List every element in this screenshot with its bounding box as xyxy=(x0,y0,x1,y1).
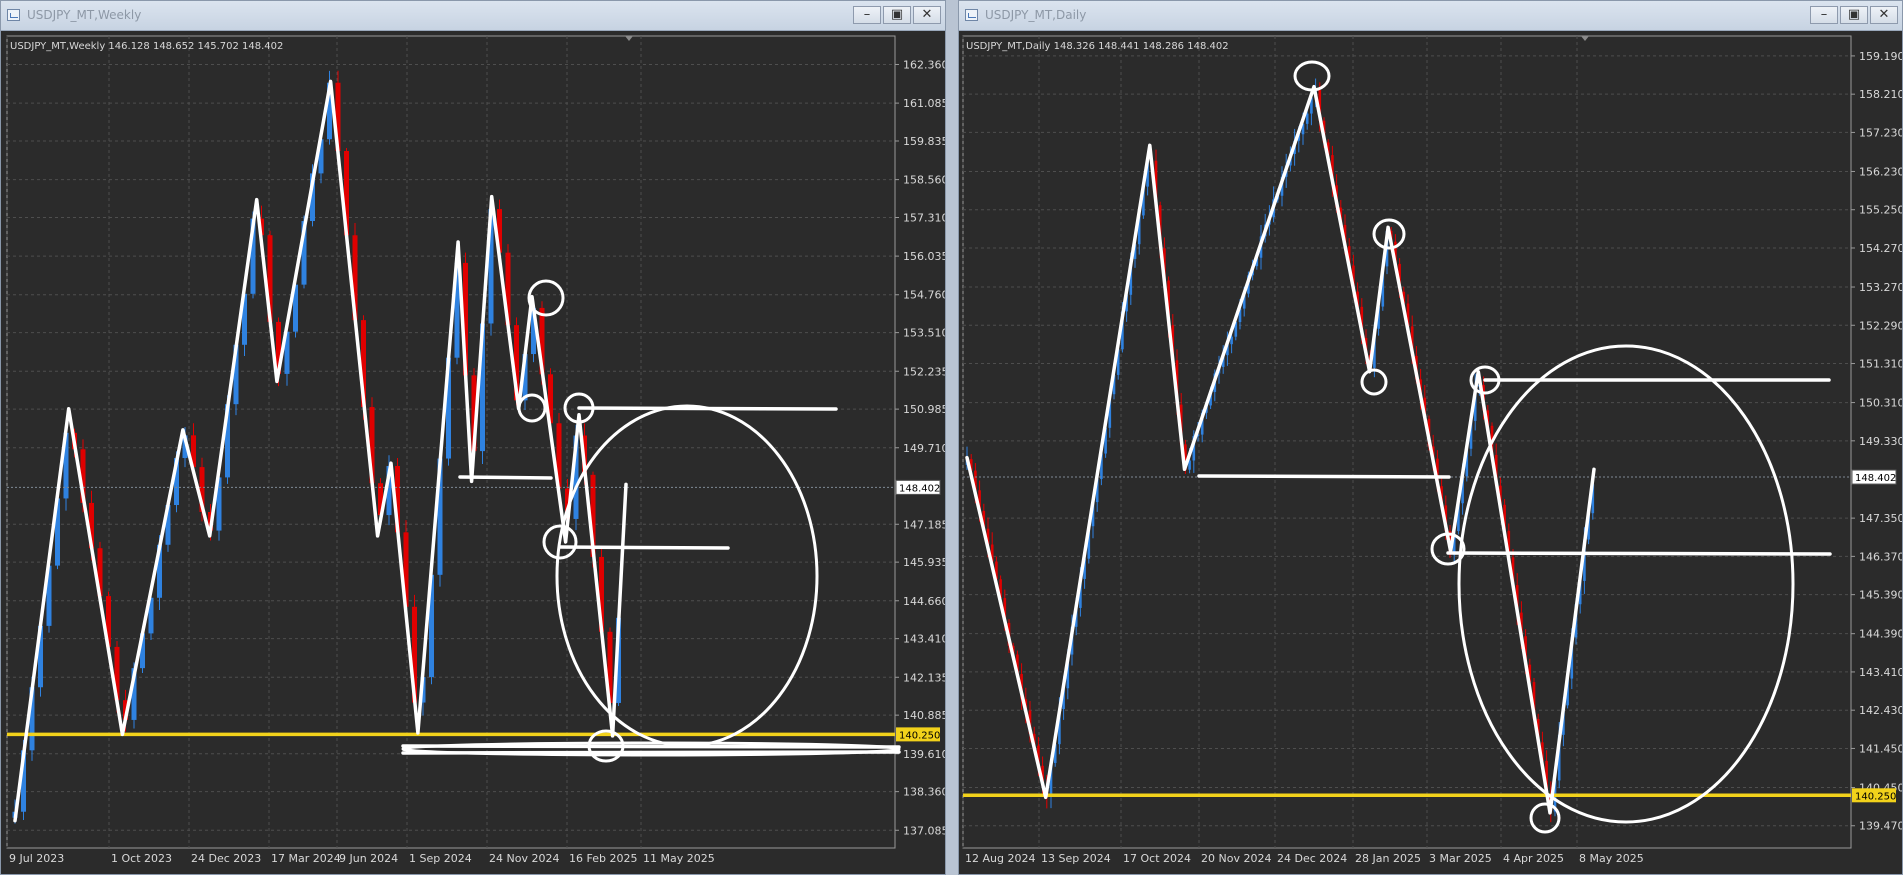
symbol-info-text: USDJPY_MT,Weekly 146.128 148.652 145.702… xyxy=(10,41,283,52)
minimize-button[interactable]: – xyxy=(853,6,881,24)
current-price-label: 148.402 xyxy=(1855,473,1896,484)
close-button[interactable]: ✕ xyxy=(913,6,941,24)
price-tick-label: 157.230 xyxy=(1859,126,1902,139)
date-tick-label: 24 Dec 2023 xyxy=(191,852,261,865)
price-tick-label: 138.360 xyxy=(903,786,945,799)
price-tick-label: 144.390 xyxy=(1859,628,1902,641)
price-tick-label: 146.370 xyxy=(1859,550,1902,563)
minimize-icon: – xyxy=(1820,7,1828,22)
date-tick-label: 20 Nov 2024 xyxy=(1201,852,1271,865)
support-level-label: 140.250 xyxy=(899,730,940,741)
symbol-info-text: USDJPY_MT,Daily 148.326 148.441 148.286 … xyxy=(966,41,1229,52)
maximize-button[interactable]: ▣ xyxy=(1840,6,1868,24)
price-tick-label: 156.035 xyxy=(903,250,945,263)
date-tick-label: 1 Oct 2023 xyxy=(111,852,172,865)
drawn-horizontal-line xyxy=(458,475,553,480)
drawn-horizontal-line xyxy=(1446,551,1832,556)
current-price-label: 148.402 xyxy=(899,483,940,494)
price-tick-label: 145.935 xyxy=(903,556,945,569)
date-tick-label: 11 May 2025 xyxy=(643,852,715,865)
price-tick-label: 145.390 xyxy=(1859,589,1902,602)
price-tick-label: 159.190 xyxy=(1859,50,1902,63)
price-tick-label: 141.450 xyxy=(1859,742,1902,755)
price-tick-label: 143.410 xyxy=(1859,666,1902,679)
support-level-label: 140.250 xyxy=(1855,791,1896,802)
price-tick-label: 161.085 xyxy=(903,97,945,110)
price-tick-label: 157.310 xyxy=(903,211,945,224)
price-tick-label: 152.235 xyxy=(903,365,945,378)
daily-title-bar[interactable]: USDJPY_MT,Daily – ▣ ✕ xyxy=(959,1,1902,31)
chart-window-icon xyxy=(7,9,20,21)
weekly-chart-window: USDJPY_MT,Weekly – ▣ ✕ 162.360 161.085 159… xyxy=(0,0,946,875)
price-tick-label: 162.360 xyxy=(903,58,945,71)
price-tick-label: 154.270 xyxy=(1859,242,1902,255)
date-tick-label: 24 Nov 2024 xyxy=(489,852,559,865)
date-tick-label: 24 Dec 2024 xyxy=(1277,852,1347,865)
date-tick-label: 1 Sep 2024 xyxy=(409,852,472,865)
maximize-icon: ▣ xyxy=(1847,7,1861,22)
date-tick-label: 28 Jan 2025 xyxy=(1355,852,1421,865)
price-tick-label: 147.350 xyxy=(1859,512,1902,525)
price-tick-label: 154.760 xyxy=(903,289,945,302)
price-tick-label: 158.210 xyxy=(1859,88,1902,101)
daily-chart-window: USDJPY_MT,Daily – ▣ ✕ 159.190 158.210 157.… xyxy=(958,0,1903,875)
close-button[interactable]: ✕ xyxy=(1870,6,1898,24)
date-tick-label: 3 Mar 2025 xyxy=(1429,852,1492,865)
maximize-icon: ▣ xyxy=(890,7,904,22)
price-tick-label: 142.430 xyxy=(1859,704,1902,717)
date-tick-label: 17 Oct 2024 xyxy=(1123,852,1191,865)
date-tick-label: 8 May 2025 xyxy=(1579,852,1644,865)
price-tick-label: 153.270 xyxy=(1859,281,1902,294)
close-icon: ✕ xyxy=(1878,7,1890,22)
minimize-icon: – xyxy=(863,7,871,22)
price-tick-label: 150.310 xyxy=(1859,397,1902,410)
price-tick-label: 155.250 xyxy=(1859,204,1902,217)
plot-area xyxy=(962,35,1852,849)
close-icon: ✕ xyxy=(921,7,933,22)
date-tick-label: 4 Apr 2025 xyxy=(1503,852,1564,865)
price-tick-label: 152.290 xyxy=(1859,319,1902,332)
price-tick-label: 137.085 xyxy=(903,824,945,837)
price-tick-label: 139.610 xyxy=(903,748,945,761)
price-tick-label: 159.835 xyxy=(903,135,945,148)
candle-body xyxy=(1305,113,1309,124)
price-tick-label: 147.185 xyxy=(903,518,945,531)
weekly-chart-canvas[interactable]: 162.360 161.085 159.835 158.560 157.310 156.0… xyxy=(1,30,945,875)
price-tick-label: 149.330 xyxy=(1859,435,1902,448)
date-tick-label: 17 Mar 2024 xyxy=(271,852,341,865)
price-tick-label: 144.660 xyxy=(903,595,945,608)
price-tick-label: 139.470 xyxy=(1859,820,1902,833)
weekly-window-title: USDJPY_MT,Weekly xyxy=(27,8,142,22)
weekly-title-bar[interactable]: USDJPY_MT,Weekly – ▣ ✕ xyxy=(1,1,945,31)
price-tick-label: 158.560 xyxy=(903,174,945,187)
date-tick-label: 9 Jul 2023 xyxy=(9,852,64,865)
maximize-button[interactable]: ▣ xyxy=(883,6,911,24)
date-tick-label: 16 Feb 2025 xyxy=(569,852,637,865)
date-tick-label: 13 Sep 2024 xyxy=(1041,852,1111,865)
daily-chart-canvas[interactable]: 159.190 158.210 157.230 156.230 155.250 154.2… xyxy=(959,30,1902,875)
price-tick-label: 151.310 xyxy=(1859,358,1902,371)
price-tick-label: 150.985 xyxy=(903,403,945,416)
price-tick-label: 149.710 xyxy=(903,442,945,455)
price-tick-label: 140.885 xyxy=(903,709,945,722)
minimize-button[interactable]: – xyxy=(1810,6,1838,24)
drawn-horizontal-line xyxy=(1197,474,1451,479)
date-tick-label: 9 Jun 2024 xyxy=(339,852,398,865)
daily-window-title: USDJPY_MT,Daily xyxy=(985,8,1087,22)
date-tick-label: 12 Aug 2024 xyxy=(965,852,1035,865)
price-tick-label: 153.510 xyxy=(903,327,945,340)
price-tick-label: 142.135 xyxy=(903,671,945,684)
chart-window-icon xyxy=(965,9,978,21)
drawn-horizontal-line xyxy=(558,545,730,550)
price-tick-label: 143.410 xyxy=(903,633,945,646)
price-tick-label: 156.230 xyxy=(1859,165,1902,178)
